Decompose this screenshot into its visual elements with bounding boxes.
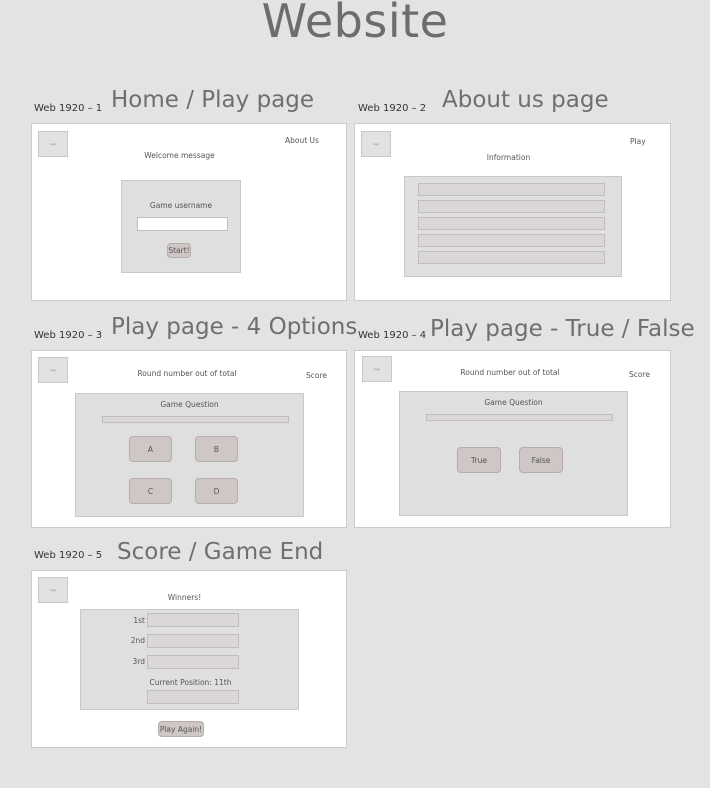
frame-1-label: Web 1920 – 1 <box>34 103 103 114</box>
logo-placeholder[interactable]: logo <box>38 577 68 603</box>
false-button[interactable]: False <box>519 447 563 473</box>
frame-play-4-options: logo Round number out of total Score Gam… <box>31 350 347 528</box>
frame-3-heading: Play page - 4 Options <box>111 314 358 340</box>
frame-2-heading: About us page <box>442 87 609 113</box>
place-1st-field <box>147 613 239 627</box>
username-label: Game username <box>149 201 213 210</box>
frame-3-label: Web 1920 – 3 <box>34 330 103 341</box>
username-panel: Game username Start! <box>121 180 241 273</box>
leaderboard-panel: 1st 2nd 3rd Current Position: 11th <box>80 609 299 710</box>
frame-score-game-end: logo Winners! 1st 2nd 3rd Current Positi… <box>31 570 347 748</box>
round-counter: Round number out of total <box>460 368 560 377</box>
info-line <box>418 183 605 196</box>
place-2nd-field <box>147 634 239 648</box>
question-panel: Game Question True False <box>399 391 628 516</box>
information-panel <box>404 176 622 277</box>
current-position-label: Current Position: 11th <box>149 678 232 687</box>
play-again-button[interactable]: Play Again! <box>158 721 204 737</box>
start-button[interactable]: Start! <box>167 243 191 258</box>
frame-1-heading: Home / Play page <box>111 87 315 113</box>
true-button[interactable]: True <box>457 447 501 473</box>
welcome-message: Welcome message <box>144 151 215 160</box>
logo-placeholder[interactable]: logo <box>362 356 392 382</box>
option-a-button[interactable]: A <box>129 436 172 462</box>
information-heading: Information <box>486 153 531 162</box>
info-line <box>418 200 605 213</box>
game-question: Game Question <box>160 400 219 409</box>
question-text-bar <box>102 416 289 423</box>
frame-4-label: Web 1920 – 4 <box>358 330 427 341</box>
place-3rd-field <box>147 655 239 669</box>
frame-4-heading: Play page - True / False <box>430 316 695 342</box>
score-label: Score <box>629 370 651 379</box>
page-title: Website <box>261 0 449 48</box>
question-panel: Game Question A B C D <box>75 393 304 517</box>
info-line <box>418 217 605 230</box>
frame-home-play: logo About Us Welcome message Game usern… <box>31 123 347 301</box>
info-line <box>418 234 605 247</box>
logo-placeholder[interactable]: logo <box>38 131 68 157</box>
frame-play-true-false: logo Round number out of total Score Gam… <box>354 350 671 528</box>
option-d-button[interactable]: D <box>195 478 238 504</box>
place-1st-label: 1st <box>133 616 145 625</box>
logo-placeholder[interactable]: logo <box>361 131 391 157</box>
winners-heading: Winners! <box>167 593 202 602</box>
info-line <box>418 251 605 264</box>
username-input[interactable] <box>137 217 228 231</box>
option-b-button[interactable]: B <box>195 436 238 462</box>
frame-2-label: Web 1920 – 2 <box>358 103 427 114</box>
current-position-field <box>147 690 239 704</box>
nav-play-link[interactable]: Play <box>630 137 646 146</box>
nav-about-us-link[interactable]: About Us <box>285 136 319 145</box>
frame-5-label: Web 1920 – 5 <box>34 550 103 561</box>
frame-about-us: logo Play Information <box>354 123 671 301</box>
place-2nd-label: 2nd <box>130 636 145 645</box>
logo-placeholder[interactable]: logo <box>38 357 68 383</box>
score-label: Score <box>306 371 328 380</box>
option-c-button[interactable]: C <box>129 478 172 504</box>
round-counter: Round number out of total <box>137 369 237 378</box>
frame-5-heading: Score / Game End <box>117 539 324 565</box>
place-3rd-label: 3rd <box>132 657 145 666</box>
question-text-bar <box>426 414 613 421</box>
game-question: Game Question <box>484 398 543 407</box>
